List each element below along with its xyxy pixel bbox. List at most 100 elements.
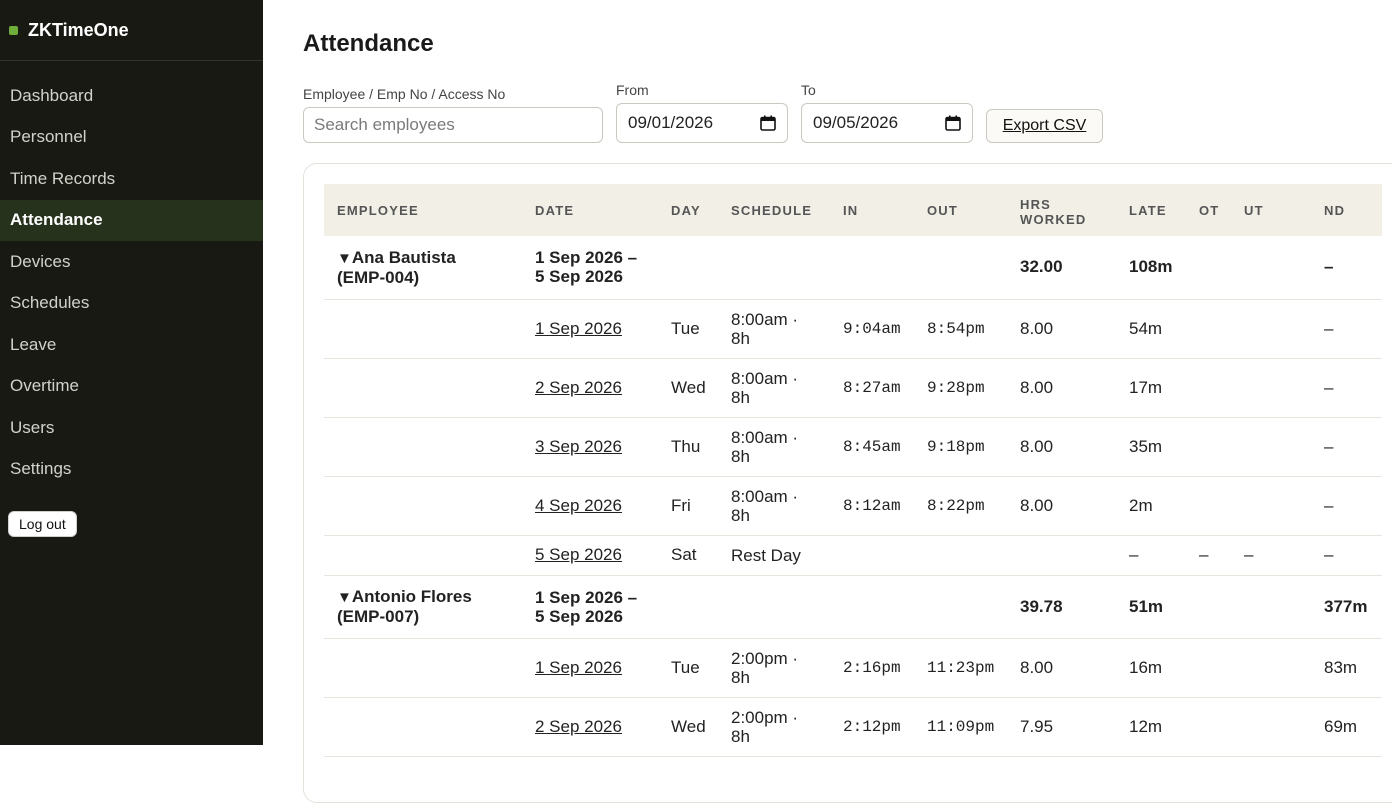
table-row: 3 Sep 2026 Thu 8:00am · 8h 8:45am 9:18pm 8.00 3… [324, 417, 1382, 477]
date-cell[interactable]: 5 Sep 2026 [522, 535, 658, 576]
date-link[interactable]: 5 Sep 2026 [535, 545, 622, 564]
in-cell: 8:45am [830, 417, 914, 477]
nd-total-cell-text: 377m [1324, 596, 1368, 616]
schedule-duration: 8h [731, 505, 750, 525]
logout-button[interactable]: Log out [8, 511, 77, 537]
late-cell-text: 2m [1129, 495, 1153, 515]
sidebar-item-dashboard[interactable]: Dashboard [0, 75, 263, 117]
ut-cell [1231, 697, 1311, 757]
out-cell-text: 9:28pm [927, 378, 985, 397]
date-cell[interactable]: 3 Sep 2026 [522, 417, 658, 477]
hrs-cell-text: 7.95 [1020, 716, 1054, 736]
date-link[interactable]: 1 Sep 2026 [535, 319, 622, 338]
schedule-time: 2:00pm · [731, 707, 799, 727]
col-employee: EMPLOYEE [324, 184, 522, 236]
nd-cell: 69m [1311, 697, 1382, 757]
sidebar-item-leave[interactable]: Leave [0, 324, 263, 366]
employee-group-row[interactable]: ▼Ana Bautista (EMP-004) 1 Sep 2026 –5 Sep … [324, 236, 1382, 300]
date-cell[interactable]: 4 Sep 2026 [522, 476, 658, 536]
out-cell: 8:22pm [914, 476, 1007, 536]
date-cell[interactable]: 2 Sep 2026 [522, 358, 658, 418]
schedule-time: 8:00am · [731, 486, 799, 506]
schedule-duration: 8h [731, 387, 750, 407]
to-date-field[interactable]: 09/05/2026 [801, 103, 973, 143]
sidebar-item-overtime[interactable]: Overtime [0, 366, 263, 408]
export-csv-button[interactable]: Export CSV [986, 109, 1103, 143]
sidebar-item-schedules[interactable]: Schedules [0, 283, 263, 325]
main-content: Attendance Employee / Emp No / Access No… [263, 0, 1392, 803]
late-cell: 12m [1116, 697, 1186, 757]
late-cell-text: 54m [1129, 318, 1163, 338]
date-cell[interactable]: 1 Sep 2026 [522, 638, 658, 698]
collapse-toggle-icon[interactable]: ▼ [337, 250, 352, 267]
schedule-cell: 8:00am · 8h [718, 417, 830, 477]
ot-total-cell [1186, 236, 1231, 300]
sidebar: ZKTimeOne Dashboard Personnel Time Recor… [0, 0, 263, 745]
table-row: 1 Sep 2026 Tue 2:00pm · 8h 2:16pm 11:23pm 8.00… [324, 638, 1382, 698]
schedule-time: 8:00am · [731, 368, 799, 388]
employee-cell-empty [324, 476, 522, 536]
date-link[interactable]: 1 Sep 2026 [535, 658, 622, 677]
sidebar-item-attendance[interactable]: Attendance [0, 199, 263, 241]
range-start: 1 Sep 2026 – [535, 587, 638, 607]
in-cell-text: 2:16pm [843, 658, 901, 677]
search-input[interactable] [303, 107, 603, 143]
nd-cell: – [1311, 535, 1382, 576]
late-cell-text: 17m [1129, 377, 1163, 397]
schedule-cell: 8:00am · 8h [718, 476, 830, 536]
sidebar-nav: Dashboard Personnel Time Records Attenda… [0, 75, 263, 490]
hrs-cell: 8.00 [1007, 299, 1116, 359]
hrs-cell: 8.00 [1007, 417, 1116, 477]
date-cell[interactable]: 1 Sep 2026 [522, 299, 658, 359]
date-link[interactable]: 2 Sep 2026 [535, 717, 622, 736]
late-total-cell: 51m [1116, 575, 1186, 639]
out-cell: 9:28pm [914, 358, 1007, 418]
calendar-icon[interactable] [945, 115, 961, 131]
schedule-time: Rest Day [731, 545, 801, 565]
hrs-total-cell: 39.78 [1007, 575, 1116, 639]
sidebar-item-time-records[interactable]: Time Records [0, 158, 263, 200]
day-cell: Wed [658, 358, 718, 418]
nd-total-cell-text: – [1324, 257, 1334, 277]
in-cell: 8:12am [830, 476, 914, 536]
sidebar-item-users[interactable]: Users [0, 407, 263, 449]
date-link[interactable]: 2 Sep 2026 [535, 378, 622, 397]
in-cell [830, 236, 914, 300]
sidebar-item-personnel[interactable]: Personnel [0, 117, 263, 159]
late-cell: 2m [1116, 476, 1186, 536]
late-total-cell-text: 51m [1129, 596, 1164, 616]
schedule-duration: 8h [731, 726, 750, 746]
nd-cell: – [1311, 299, 1382, 359]
employee-cell[interactable]: ▼Antonio Flores (EMP-007) [324, 575, 522, 639]
collapse-toggle-icon[interactable]: ▼ [337, 589, 352, 606]
calendar-icon[interactable] [760, 115, 776, 131]
ut-cell [1231, 417, 1311, 477]
in-cell-text: 2:12pm [843, 717, 901, 736]
schedule-time: 8:00am · [731, 427, 799, 447]
ot-cell [1186, 299, 1231, 359]
employee-cell[interactable]: ▼Ana Bautista (EMP-004) [324, 236, 522, 300]
late-cell-text: 35m [1129, 436, 1163, 456]
attendance-table: EMPLOYEE DATE DAY SCHEDULE IN OUT HRS WO… [324, 184, 1382, 757]
late-cell: 16m [1116, 638, 1186, 698]
out-cell: 11:09pm [914, 697, 1007, 757]
day-cell [658, 236, 718, 300]
day-cell: Tue [658, 299, 718, 359]
schedule-duration: 8h [731, 328, 750, 348]
date-range-cell: 1 Sep 2026 –5 Sep 2026 [522, 236, 658, 300]
in-cell-text: 9:04am [843, 319, 901, 338]
sidebar-item-devices[interactable]: Devices [0, 241, 263, 283]
schedule-duration: 8h [731, 667, 750, 687]
ot-cell [1186, 358, 1231, 418]
date-link[interactable]: 4 Sep 2026 [535, 496, 622, 515]
day-cell: Wed [658, 697, 718, 757]
in-cell: 8:27am [830, 358, 914, 418]
from-date-field[interactable]: 09/01/2026 [616, 103, 788, 143]
out-cell-text: 8:22pm [927, 496, 985, 515]
date-link[interactable]: 3 Sep 2026 [535, 437, 622, 456]
to-date-value: 09/05/2026 [813, 113, 899, 132]
app-name: ZKTimeOne [28, 19, 129, 40]
employee-group-row[interactable]: ▼Antonio Flores (EMP-007) 1 Sep 2026 –5 Se… [324, 575, 1382, 639]
sidebar-item-settings[interactable]: Settings [0, 449, 263, 491]
date-cell[interactable]: 2 Sep 2026 [522, 697, 658, 757]
